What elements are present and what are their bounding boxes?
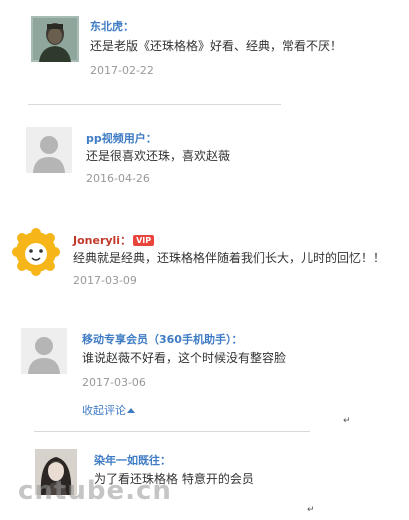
username[interactable]: pp视频用户：	[86, 130, 157, 146]
divider	[34, 431, 310, 432]
return-mark: ↵	[307, 505, 315, 515]
collapse-label: 收起评论	[82, 404, 126, 417]
comment-date: 2016-04-26	[86, 172, 150, 185]
username[interactable]: 东北虎：	[90, 18, 134, 34]
username[interactable]: 染年一如既往：	[94, 452, 171, 468]
comment-text: 经典就是经典，还珠格格伴随着我们长大，儿时的回忆！！	[73, 251, 386, 265]
collapse-comments-button[interactable]: 收起评论	[82, 402, 135, 418]
comment-text: 还是很喜欢还珠，喜欢赵薇	[86, 149, 231, 163]
username[interactable]: 移动专享会员（360手机助手）：	[82, 331, 242, 347]
sun-mascot-icon	[12, 228, 60, 276]
comment-date: 2017-03-09	[73, 274, 137, 287]
default-avatar-icon	[21, 328, 67, 374]
username[interactable]: Joneryli： VIP	[73, 232, 155, 248]
caret-up-icon	[127, 408, 135, 413]
username-label: Joneryli：	[73, 234, 132, 247]
avatar-user-2[interactable]	[26, 127, 72, 173]
avatar-user-4[interactable]	[21, 328, 67, 374]
comment-date: 2017-02-22	[90, 64, 154, 77]
vip-badge: VIP	[133, 235, 155, 246]
avatar-user-3[interactable]	[12, 228, 60, 276]
divider	[28, 104, 281, 105]
return-mark: ↵	[343, 416, 351, 426]
comment-text: 谁说赵薇不好看，这个时候没有整容脸	[82, 351, 287, 365]
watermark: cntube.cn	[18, 476, 172, 506]
comment-text: 还是老版《还珠格格》好看、经典，常看不厌！	[90, 39, 343, 53]
avatar-user-1[interactable]	[31, 16, 79, 62]
default-avatar-icon	[26, 127, 72, 173]
comment-date: 2017-03-06	[82, 376, 146, 389]
portrait-photo	[31, 16, 79, 62]
